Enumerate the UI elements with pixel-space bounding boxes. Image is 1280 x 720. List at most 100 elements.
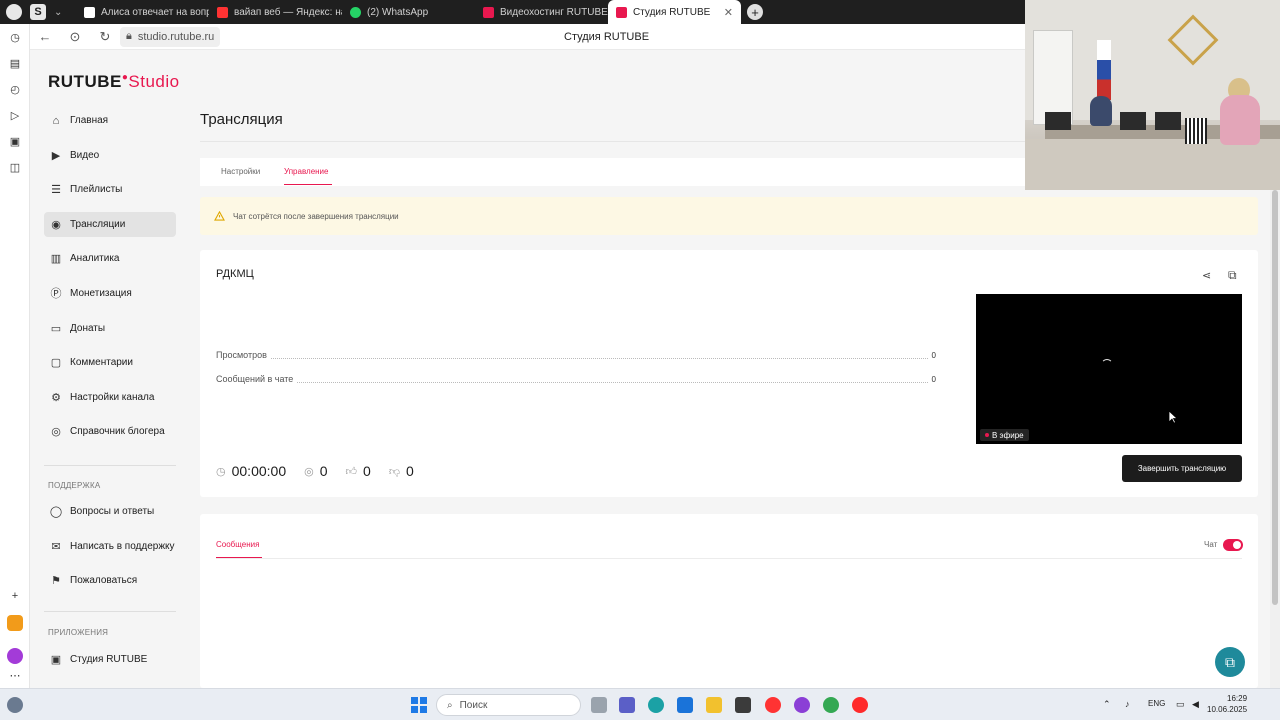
sidebar-item-report[interactable]: ⚑ Пожаловаться: [44, 568, 176, 593]
app-orange-icon[interactable]: [7, 615, 23, 631]
end-broadcast-button[interactable]: Завершить трансляцию: [1122, 455, 1242, 482]
workspace-icon[interactable]: S: [30, 4, 46, 20]
browser-tab[interactable]: Видеохостинг RUTUBE. С: [475, 0, 608, 24]
windows-taskbar: ⌕ Поиск ⌃ ♪ ENG ▭ ◀ 16:29 10.06.2025: [0, 688, 1280, 720]
scrollbar-thumb[interactable]: [1272, 190, 1278, 605]
sidebar-item-write-support[interactable]: ✉ Написать в поддержку: [44, 534, 176, 559]
url-field[interactable]: 🔒︎ studio.rutube.ru: [120, 26, 221, 47]
account-icon[interactable]: ⊙: [60, 29, 90, 45]
edge-icon[interactable]: [648, 697, 664, 713]
search-placeholder: Поиск: [459, 699, 488, 711]
microphone-icon[interactable]: ♪: [1125, 699, 1130, 709]
notes-icon[interactable]: ▣: [8, 135, 22, 149]
new-tab-button[interactable]: +: [747, 4, 763, 20]
sidebar-item-label: Донаты: [70, 322, 106, 334]
sidebar-item-label: Видео: [70, 149, 100, 161]
clock-icon[interactable]: ◷: [8, 31, 22, 45]
rutube-studio-logo[interactable]: RUTUBE●Studio: [48, 72, 180, 92]
support-heading: ПОДДЕРЖКА: [48, 481, 101, 490]
chrome-icon[interactable]: [823, 697, 839, 713]
tab-title: Студия RUTUBE: [633, 6, 711, 18]
sidebar-item-home[interactable]: ⌂ Главная: [44, 108, 176, 133]
page-title-bar: Студия RUTUBE: [564, 30, 650, 43]
play-icon[interactable]: ▷: [8, 109, 22, 123]
tab-title: вайап веб — Яндекс: наш: [234, 6, 342, 18]
sidebar-item-monetization[interactable]: Ⓟ Монетизация: [44, 281, 176, 306]
reload-icon[interactable]: ↻: [90, 29, 120, 45]
sidebar-item-label: Главная: [70, 115, 109, 126]
tab-settings[interactable]: Настройки: [221, 167, 260, 176]
yandex-browser-icon[interactable]: [852, 697, 868, 713]
browser-tab[interactable]: Алиса отвечает на вопрос: [76, 0, 209, 24]
tab-title: (2) WhatsApp: [367, 6, 429, 18]
analytics-icon: ▥: [50, 253, 62, 266]
sidebar-item-broadcasts[interactable]: ◉ Трансляции: [44, 211, 176, 237]
browser-tab[interactable]: (2) WhatsApp: [342, 0, 475, 24]
share-icon[interactable]: ⋖: [1202, 269, 1211, 282]
weather-icon[interactable]: [7, 697, 23, 713]
browser-tab-active[interactable]: Студия RUTUBE ✕: [608, 0, 741, 24]
sidebar-item-faq[interactable]: ◯ Вопросы и ответы: [44, 499, 176, 524]
close-tab-icon[interactable]: ✕: [724, 6, 733, 19]
collections-icon[interactable]: ▤: [8, 57, 22, 71]
store-icon[interactable]: [735, 697, 751, 713]
sidebar-item-studio-app[interactable]: ▣ Студия RUTUBE: [44, 647, 176, 672]
taskbar-search[interactable]: ⌕ Поиск: [436, 694, 581, 716]
handbook-icon: ◎: [51, 426, 61, 439]
explorer-icon[interactable]: [706, 697, 722, 713]
add-icon[interactable]: +: [8, 589, 22, 603]
cam-window: [1033, 30, 1073, 125]
tab-favicon-icon: [84, 6, 95, 18]
sidebar-item-channel-settings[interactable]: ⚙ Настройки канала: [44, 385, 176, 410]
faq-icon: ◯: [49, 506, 63, 518]
open-external-icon[interactable]: ⧉: [1228, 268, 1237, 283]
alice-icon[interactable]: [794, 697, 810, 713]
support-chat-button[interactable]: ⧉: [1215, 647, 1245, 677]
sidebar-item-label: Аналитика: [70, 253, 120, 265]
chat-bubble-icon: ⧉: [1225, 653, 1235, 670]
stream-counters: ◷ 00:00:00 ◎ 0 👍︎ 0 👎︎ 0: [216, 463, 432, 479]
sidebar-item-comments[interactable]: ▢ Комментарии: [44, 350, 176, 375]
taskbar-clock[interactable]: 16:29 10.06.2025: [1207, 693, 1247, 715]
stream-preview-player[interactable]: В эфире: [976, 294, 1242, 444]
language-indicator[interactable]: ENG: [1148, 699, 1165, 708]
back-icon[interactable]: ←: [30, 29, 60, 44]
teams-icon[interactable]: [619, 697, 635, 713]
mail-icon[interactable]: [677, 697, 693, 713]
cam-table-front: [1025, 139, 1280, 190]
network-icon[interactable]: ▭: [1176, 699, 1185, 710]
archive-icon[interactable]: ◫: [8, 161, 22, 175]
cam-monitor: [1045, 112, 1071, 130]
tab-favicon-icon: [217, 6, 228, 18]
yandex-icon[interactable]: [765, 697, 781, 713]
start-button[interactable]: [411, 697, 427, 713]
broadcast-icon: ◉: [51, 218, 61, 231]
flag-icon: ⚑: [51, 575, 61, 588]
chevron-down-icon[interactable]: ⌄: [54, 7, 62, 18]
sidebar-item-analytics[interactable]: ▥ Аналитика: [44, 246, 176, 271]
tab-messages[interactable]: Сообщения: [216, 540, 259, 549]
task-view-icon[interactable]: [591, 697, 607, 713]
stat-row-chat-messages: Сообщений в чате 0: [216, 373, 936, 385]
alice-icon[interactable]: [7, 648, 23, 664]
playlist-icon: ☰: [51, 184, 61, 197]
warning-text: Чат сотрётся после завершения трансляции: [233, 211, 399, 221]
more-icon[interactable]: ⋯: [8, 669, 22, 683]
timer-value: 00:00:00: [231, 463, 287, 479]
sidebar-item-handbook[interactable]: ◎ Справочник блогера: [44, 419, 176, 444]
dotted-leader: [297, 376, 928, 383]
sidebar-item-label: Монетизация: [70, 287, 132, 299]
history-icon[interactable]: ◴: [8, 83, 22, 97]
home-icon: ⌂: [52, 114, 60, 127]
sidebar-item-video[interactable]: ▶ Видео: [44, 143, 176, 168]
tray-arrow-icon[interactable]: ⌃: [1103, 699, 1111, 710]
browser-logo-icon[interactable]: [6, 4, 22, 20]
browser-tab[interactable]: вайап веб — Яндекс: наш: [209, 0, 342, 24]
live-dot-icon: [985, 433, 989, 437]
volume-icon[interactable]: ◀: [1192, 699, 1199, 710]
chat-toggle[interactable]: [1223, 539, 1243, 551]
sidebar-nav: ⌂ Главная ▶ Видео ☰ Плейлисты ◉ Трансляции ▥…: [44, 108, 176, 454]
tab-management[interactable]: Управление: [284, 167, 328, 176]
sidebar-item-playlists[interactable]: ☰ Плейлисты: [44, 177, 176, 202]
sidebar-item-donations[interactable]: ▭ Донаты: [44, 316, 176, 341]
